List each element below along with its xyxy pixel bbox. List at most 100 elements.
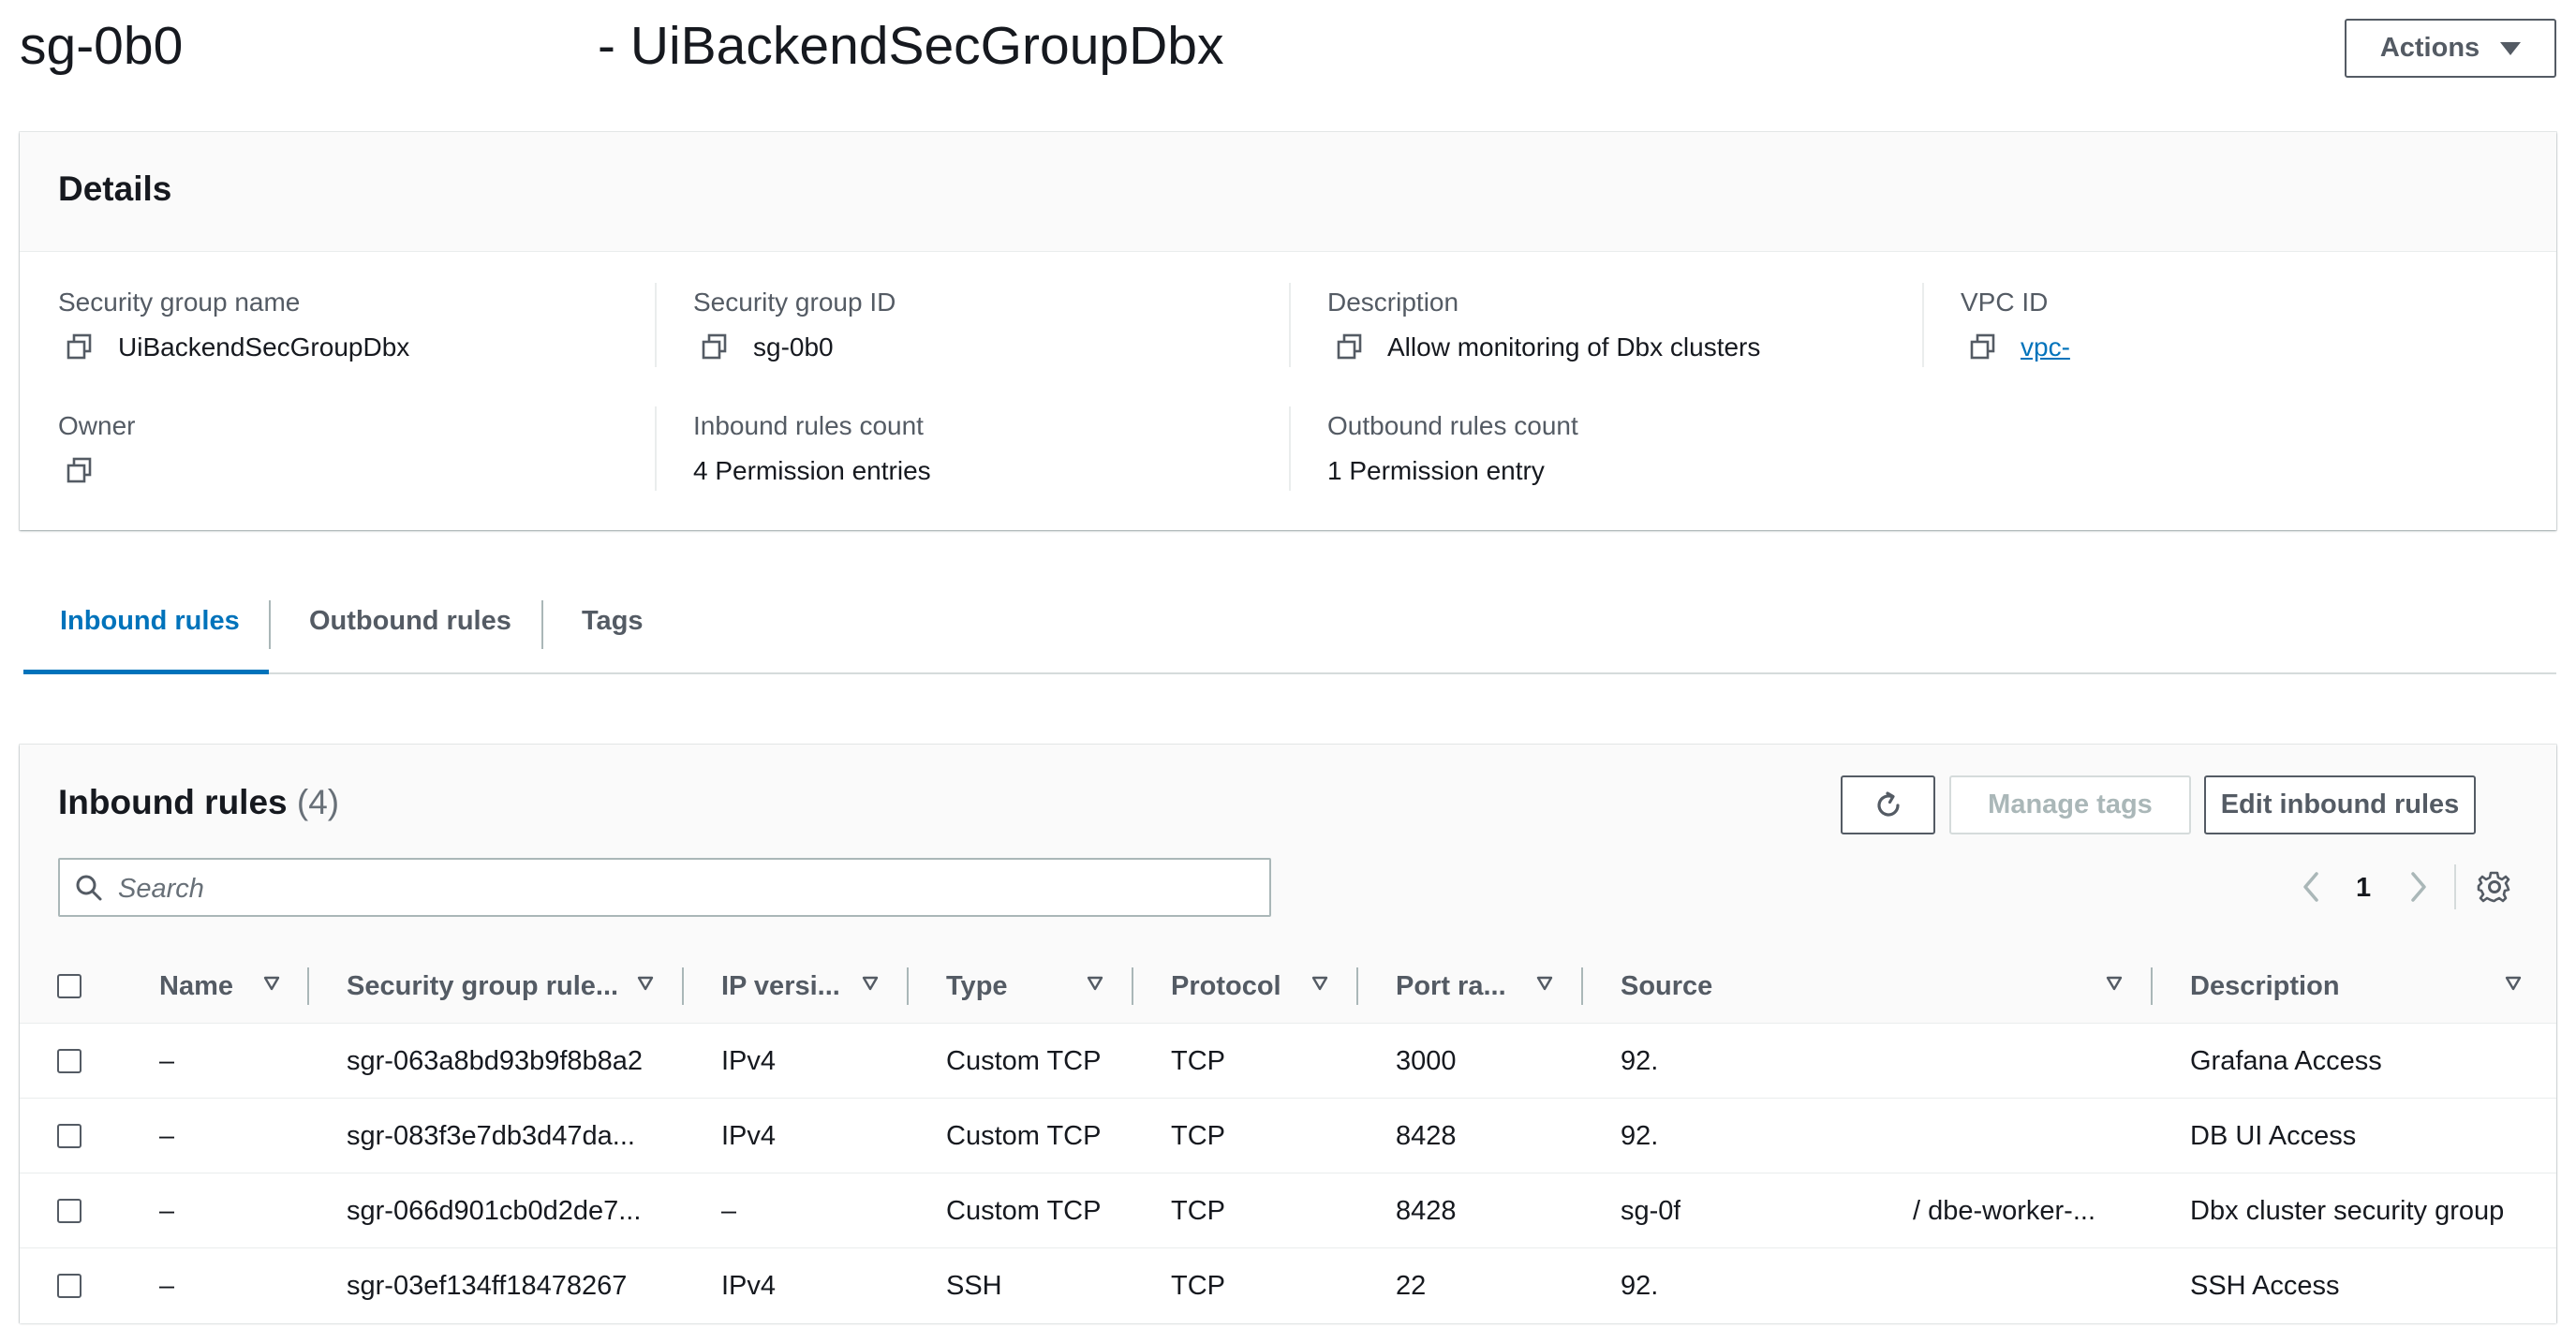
sort-icon[interactable] — [862, 976, 879, 991]
sort-icon[interactable] — [1536, 976, 1553, 991]
cell-source-extra: / dbe-worker-... — [1913, 1196, 2095, 1226]
column-header-type[interactable]: Type — [946, 949, 1008, 1024]
row-checkbox[interactable] — [57, 1199, 81, 1223]
search-input[interactable] — [116, 869, 1244, 908]
sort-icon[interactable] — [1087, 976, 1103, 991]
column-divider — [655, 283, 657, 367]
cell-protocol: TCP — [1171, 1121, 1225, 1151]
cell-port-range: 3000 — [1396, 1046, 1457, 1076]
actions-button[interactable]: Actions — [2345, 19, 2556, 78]
cell-source: 92. — [1621, 1121, 1659, 1151]
cell-protocol: TCP — [1171, 1046, 1225, 1076]
column-divider[interactable] — [1581, 967, 1583, 1005]
cell-description: DB UI Access — [2190, 1121, 2357, 1151]
column-header-name[interactable]: Name — [159, 949, 233, 1024]
copy-icon[interactable] — [1969, 332, 1997, 361]
chevron-left-icon[interactable] — [2299, 868, 2323, 906]
copy-icon[interactable] — [66, 456, 94, 484]
details-header: Details — [20, 132, 2556, 252]
vpc-id-label: VPC ID — [1961, 288, 2049, 317]
cell-port-range: 22 — [1396, 1271, 1427, 1301]
tab-separator — [269, 600, 271, 649]
select-all-checkbox[interactable] — [57, 974, 81, 998]
column-header-port-range[interactable]: Port ra... — [1396, 949, 1506, 1024]
cell-name: – — [159, 1046, 175, 1076]
vpc-id-link[interactable]: vpc- — [2021, 332, 2070, 362]
inbound-rules-count: (4) — [296, 783, 340, 821]
sort-icon[interactable] — [637, 976, 654, 991]
inbound-rules-panel: Inbound rules (4) Manage tags Edit inbou… — [20, 745, 2556, 1323]
manage-tags-button[interactable]: Manage tags — [1949, 775, 2191, 834]
column-divider — [655, 406, 657, 491]
column-header-description[interactable]: Description — [2190, 949, 2340, 1024]
tab-inbound-rules-label: Inbound rules — [60, 606, 240, 636]
inbound-rules-header: Inbound rules (4) Manage tags Edit inbou… — [20, 745, 2556, 950]
column-header-source[interactable]: Source — [1621, 949, 1712, 1024]
sg-id-label: Security group ID — [693, 288, 896, 317]
search-icon — [76, 875, 102, 901]
column-divider[interactable] — [1132, 967, 1133, 1005]
sg-name-label: Security group name — [58, 288, 301, 317]
tab-tags[interactable]: Tags — [582, 583, 644, 674]
column-header-protocol[interactable]: Protocol — [1171, 949, 1281, 1024]
edit-inbound-rules-button[interactable]: Edit inbound rules — [2204, 775, 2476, 834]
sort-icon[interactable] — [263, 976, 280, 991]
cell-type: Custom TCP — [946, 1046, 1102, 1076]
table-header: Name Security group rule... IP versi... … — [20, 949, 2556, 1024]
table-row[interactable]: – sgr-066d901cb0d2de7... – Custom TCP TC… — [20, 1173, 2556, 1248]
inbound-rules-title: Inbound rules (4) — [58, 783, 339, 822]
page-title-name: - UiBackendSecGroupDbx — [598, 16, 1224, 76]
row-checkbox[interactable] — [57, 1049, 81, 1073]
row-checkbox[interactable] — [57, 1274, 81, 1298]
copy-icon[interactable] — [66, 332, 94, 361]
cell-name: – — [159, 1196, 175, 1226]
cell-source: 92. — [1621, 1046, 1659, 1076]
cell-port-range: 8428 — [1396, 1121, 1457, 1151]
tab-inbound-rules[interactable]: Inbound rules — [23, 583, 269, 674]
column-divider[interactable] — [1356, 967, 1358, 1005]
column-divider[interactable] — [682, 967, 684, 1005]
sg-id-value: sg-0b0 — [753, 332, 834, 362]
copy-icon[interactable] — [1336, 332, 1364, 361]
cell-source: sg-0f — [1621, 1196, 1681, 1226]
cell-rule-id: sgr-066d901cb0d2de7... — [347, 1196, 642, 1226]
inbound-count-value: 4 Permission entries — [693, 456, 931, 485]
table-row[interactable]: – sgr-03ef134ff18478267 IPv4 SSH TCP 22 … — [20, 1248, 2556, 1323]
sort-icon[interactable] — [2505, 976, 2522, 991]
column-divider[interactable] — [2151, 967, 2153, 1005]
edit-inbound-rules-label: Edit inbound rules — [2220, 790, 2460, 819]
sort-icon[interactable] — [2106, 976, 2123, 991]
details-title: Details — [58, 170, 172, 208]
chevron-right-icon[interactable] — [2406, 868, 2431, 906]
page-number[interactable]: 1 — [2356, 869, 2371, 907]
cell-description: Grafana Access — [2190, 1046, 2382, 1076]
cell-type: Custom TCP — [946, 1121, 1102, 1151]
column-divider[interactable] — [907, 967, 909, 1005]
sg-name-value: UiBackendSecGroupDbx — [118, 332, 410, 362]
refresh-button[interactable] — [1841, 775, 1935, 834]
inbound-rules-title-text: Inbound rules — [58, 783, 288, 821]
cell-description: SSH Access — [2190, 1271, 2340, 1301]
refresh-icon — [1876, 790, 1900, 817]
column-divider — [1922, 283, 1924, 367]
search-field[interactable] — [58, 858, 1271, 917]
copy-icon[interactable] — [701, 332, 729, 361]
cell-rule-id: sgr-083f3e7db3d47da... — [347, 1121, 635, 1151]
column-divider — [1289, 283, 1291, 367]
tab-bar: Inbound rules Outbound rules Tags — [23, 583, 2556, 674]
table-row[interactable]: – sgr-083f3e7db3d47da... IPv4 Custom TCP… — [20, 1099, 2556, 1173]
gear-icon[interactable] — [2477, 869, 2512, 905]
column-divider[interactable] — [307, 967, 309, 1005]
column-header-rule-id[interactable]: Security group rule... — [347, 949, 618, 1024]
cell-name: – — [159, 1271, 175, 1301]
sort-icon[interactable] — [1311, 976, 1328, 991]
details-panel: Details Security group name UiBackendSec… — [20, 132, 2556, 530]
inbound-count-label: Inbound rules count — [693, 411, 924, 440]
actions-button-label: Actions — [2379, 33, 2480, 63]
column-header-ip-version[interactable]: IP versi... — [721, 949, 840, 1024]
table-row[interactable]: – sgr-063a8bd93b9f8b8a2 IPv4 Custom TCP … — [20, 1024, 2556, 1099]
row-checkbox[interactable] — [57, 1124, 81, 1148]
tab-outbound-rules[interactable]: Outbound rules — [309, 583, 511, 674]
table-body: – sgr-063a8bd93b9f8b8a2 IPv4 Custom TCP … — [20, 1024, 2556, 1323]
cell-protocol: TCP — [1171, 1196, 1225, 1226]
